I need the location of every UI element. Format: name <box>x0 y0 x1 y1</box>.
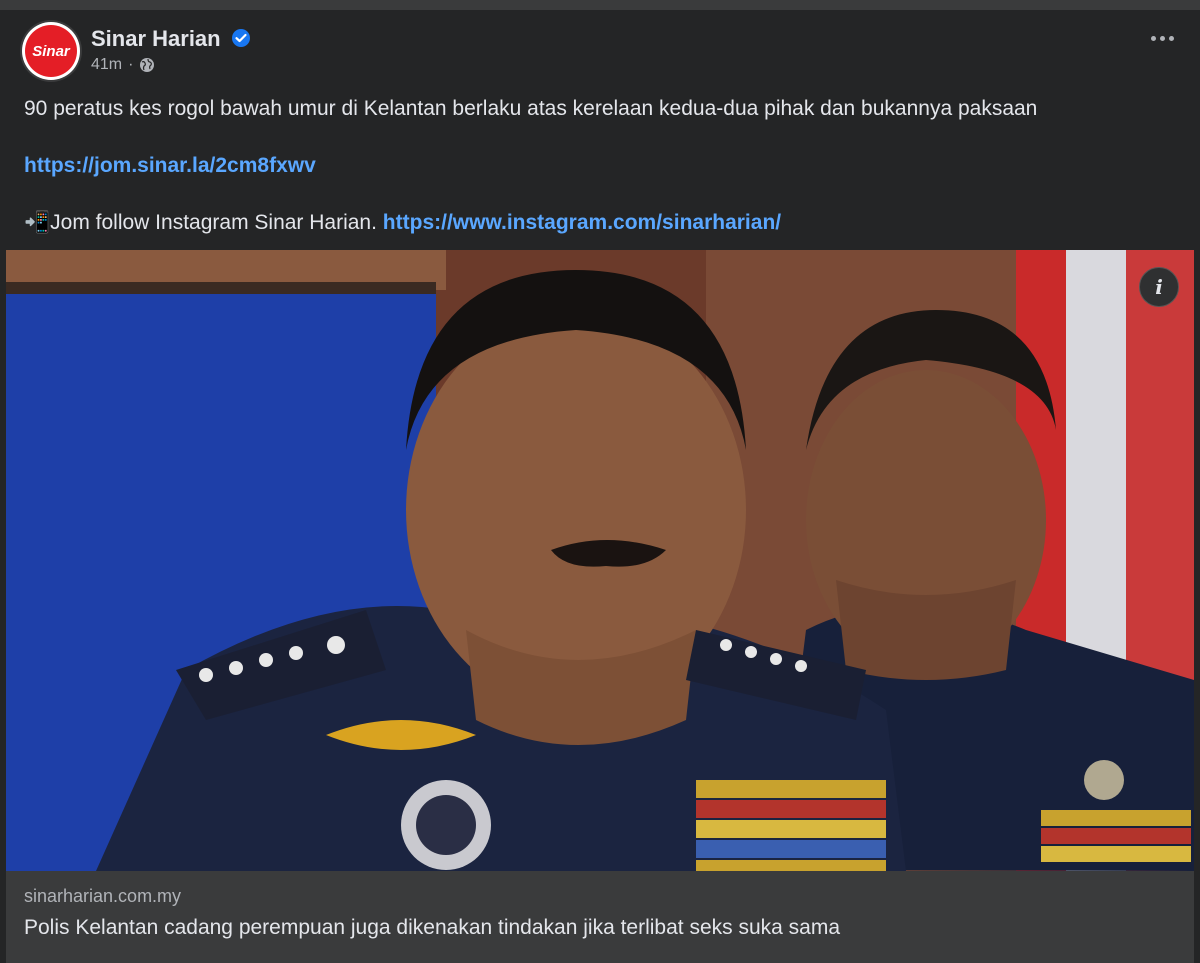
instagram-link[interactable]: https://www.instagram.com/sinarharian/ <box>383 211 781 234</box>
follow-line: 📲Jom follow Instagram Sinar Harian. http… <box>24 211 781 235</box>
link-headline[interactable]: Polis Kelantan cadang perempuan juga dik… <box>24 916 840 940</box>
more-options-button[interactable] <box>1144 26 1180 50</box>
post-caption: 90 peratus kes rogol bawah umur di Kelan… <box>24 97 1038 120</box>
phone-arrow-icon: 📲 <box>24 211 51 234</box>
post-time[interactable]: 41m <box>91 56 122 74</box>
meta-separator: · <box>128 56 134 73</box>
dot-icon <box>1159 35 1165 41</box>
globe-icon[interactable] <box>139 57 155 73</box>
dot-icon <box>1150 35 1156 41</box>
post-image[interactable]: i <box>6 250 1194 871</box>
short-link[interactable]: https://jom.sinar.la/2cm8fxwv <box>24 154 316 177</box>
dot-icon <box>1168 35 1174 41</box>
avatar-logo-text: Sinar <box>32 43 71 60</box>
link-domain: sinarharian.com.my <box>24 886 182 906</box>
info-icon[interactable]: i <box>1139 267 1179 307</box>
police-officers-photo <box>6 250 1194 871</box>
follow-text: Jom follow Instagram Sinar Harian. <box>50 211 383 234</box>
sinar-logo: Sinar <box>25 25 77 77</box>
page-avatar[interactable]: Sinar <box>22 22 80 80</box>
top-divider <box>0 0 1200 10</box>
facebook-post: Sinar Sinar Harian 41m · 90 peratus kes … <box>0 10 1200 963</box>
link-preview-card[interactable]: sinarharian.com.my Polis Kelantan cadang… <box>6 871 1194 963</box>
verified-badge-icon <box>232 29 250 47</box>
post-meta: 41m · <box>91 56 155 74</box>
page-name[interactable]: Sinar Harian <box>91 26 221 52</box>
